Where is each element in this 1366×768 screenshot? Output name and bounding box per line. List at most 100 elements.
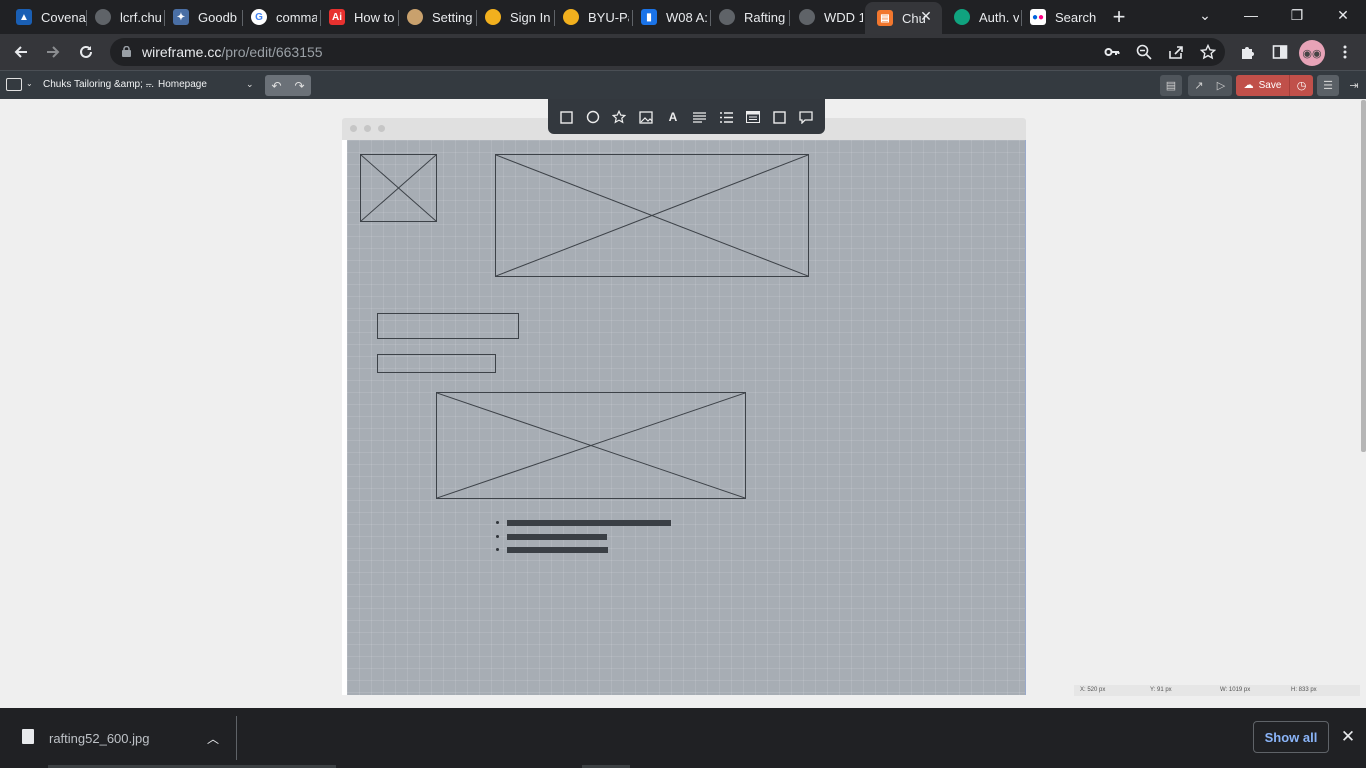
comments-button[interactable]: ▤ bbox=[1160, 75, 1182, 96]
tab-title: Search bbox=[1055, 9, 1096, 25]
extensions-button[interactable] bbox=[1236, 40, 1260, 64]
list-item-placeholder[interactable] bbox=[507, 547, 608, 553]
restore-button[interactable]: ❐ bbox=[1274, 0, 1320, 30]
image-tool[interactable] bbox=[637, 108, 655, 126]
browser-window-icon bbox=[746, 111, 760, 123]
circle-icon bbox=[586, 110, 600, 124]
tab[interactable]: ✦ Goodb bbox=[161, 4, 239, 30]
close-tab-icon[interactable]: ✕ bbox=[918, 8, 934, 24]
close-window-button[interactable]: ✕ bbox=[1320, 0, 1366, 30]
byu-pathway-icon bbox=[485, 9, 501, 25]
logo-image-placeholder[interactable] bbox=[360, 154, 437, 222]
download-file-name[interactable]: rafting52_600.jpg bbox=[49, 731, 149, 746]
tab[interactable]: ▮ W08 A: bbox=[629, 4, 707, 30]
byu-pathway-icon bbox=[563, 9, 579, 25]
undo-redo-group: ↶ ↷ bbox=[265, 75, 311, 96]
openai-icon bbox=[954, 9, 970, 25]
ellipse-tool[interactable] bbox=[584, 108, 602, 126]
shape-palette: A bbox=[548, 99, 825, 134]
page-frame-icon[interactable] bbox=[6, 78, 22, 91]
hero-image-placeholder[interactable] bbox=[495, 154, 809, 277]
reload-button[interactable] bbox=[74, 40, 98, 64]
settings-button[interactable]: ☰ bbox=[1317, 75, 1339, 96]
close-shelf-button[interactable]: ✕ bbox=[1338, 727, 1358, 747]
chrome-menu-button[interactable] bbox=[1333, 40, 1357, 64]
text-tool[interactable]: A bbox=[664, 108, 682, 126]
tab[interactable]: Setting bbox=[395, 4, 473, 30]
tab[interactable]: BYU-Pa bbox=[551, 4, 629, 30]
download-options-button[interactable]: ︿ bbox=[204, 729, 222, 747]
tab[interactable]: ▲ Covena bbox=[4, 4, 86, 30]
address-bar[interactable]: wireframe.cc/pro/edit/663155 bbox=[110, 38, 1225, 66]
tab[interactable]: Auth. v bbox=[942, 4, 1020, 30]
tab[interactable]: WDD 1 bbox=[787, 4, 863, 30]
frame-tool[interactable] bbox=[770, 108, 788, 126]
tab[interactable]: Ai How to bbox=[317, 4, 395, 30]
tab[interactable]: ● ● Search bbox=[1018, 4, 1096, 30]
text-box-placeholder[interactable] bbox=[377, 313, 519, 339]
save-button[interactable]: ☁ Save bbox=[1236, 75, 1289, 96]
back-arrow-icon bbox=[14, 46, 27, 58]
browser-tool[interactable] bbox=[744, 108, 762, 126]
blue-badge-icon: ▲ bbox=[16, 9, 32, 25]
list-item-placeholder[interactable] bbox=[507, 520, 671, 526]
sliders-icon: ☰ bbox=[1323, 80, 1333, 92]
bookmark-button[interactable] bbox=[1196, 40, 1220, 64]
square-icon bbox=[559, 110, 573, 124]
minimize-button[interactable]: — bbox=[1228, 0, 1274, 30]
back-button[interactable] bbox=[9, 40, 33, 64]
list-bullet bbox=[496, 535, 499, 538]
tab-title: Setting bbox=[432, 9, 473, 25]
page-dropdown-chevron-icon[interactable]: ⌄ bbox=[246, 79, 254, 90]
undo-button[interactable]: ↶ bbox=[265, 75, 288, 96]
side-panel-button[interactable] bbox=[1268, 40, 1292, 64]
comment-tool[interactable] bbox=[797, 108, 815, 126]
content-image-placeholder[interactable] bbox=[436, 392, 746, 499]
icon-tool[interactable] bbox=[610, 108, 628, 126]
paragraph-tool[interactable] bbox=[690, 108, 708, 126]
share-link-button[interactable]: ↗ bbox=[1188, 75, 1210, 96]
comment-icon: ▤ bbox=[1165, 80, 1177, 92]
tab-search-button[interactable]: ⌄ bbox=[1182, 0, 1228, 30]
reload-icon bbox=[80, 45, 92, 58]
download-shelf: rafting52_600.jpg ︿ Show all ✕ bbox=[0, 708, 1366, 768]
redo-button[interactable]: ↷ bbox=[288, 75, 311, 96]
tab-active[interactable]: ▤ Chu ✕ bbox=[865, 2, 942, 34]
show-all-downloads-button[interactable]: Show all bbox=[1253, 721, 1329, 753]
speech-bubble-icon bbox=[799, 110, 813, 124]
key-icon bbox=[1104, 48, 1120, 56]
page-scrollbar[interactable] bbox=[1361, 100, 1366, 452]
tab-title: Sign In bbox=[510, 9, 551, 25]
globe-icon bbox=[799, 9, 815, 25]
tab-title: lcrf.chu bbox=[120, 9, 161, 25]
more-vert-icon bbox=[1343, 45, 1347, 59]
project-title[interactable]: Chuks Tailoring &amp; ... bbox=[43, 79, 154, 90]
letter-a-icon: A bbox=[668, 110, 678, 124]
preview-button[interactable]: ▷ bbox=[1210, 75, 1232, 96]
history-button[interactable]: ◷ bbox=[1289, 75, 1313, 96]
list-item-placeholder[interactable] bbox=[507, 534, 607, 540]
zoom-button[interactable] bbox=[1132, 40, 1156, 64]
share-button[interactable] bbox=[1164, 40, 1188, 64]
exit-button[interactable]: ⇥ bbox=[1343, 75, 1365, 96]
tab[interactable]: Rafting bbox=[707, 4, 787, 30]
tab[interactable]: Sign In bbox=[473, 4, 551, 30]
rectangle-tool[interactable] bbox=[557, 108, 575, 126]
tab[interactable]: lcrf.chu bbox=[83, 4, 161, 30]
list-tool[interactable] bbox=[717, 108, 735, 126]
passwords-key-button[interactable] bbox=[1100, 40, 1124, 64]
close-icon: ✕ bbox=[1340, 727, 1356, 746]
image-icon bbox=[639, 110, 653, 124]
puzzle-icon bbox=[1242, 47, 1254, 59]
new-tab-button[interactable]: + bbox=[1107, 6, 1131, 30]
frame-dropdown-chevron-icon[interactable]: ⌄ bbox=[26, 79, 33, 88]
text-box-placeholder[interactable] bbox=[377, 354, 496, 373]
tab-strip: ▲ Covena lcrf.chu ✦ Goodb G comma Ai How… bbox=[0, 0, 1366, 34]
profile-avatar[interactable]: ◉◉ bbox=[1299, 40, 1325, 66]
frame-dot bbox=[378, 125, 385, 132]
tab[interactable]: G comma bbox=[239, 4, 317, 30]
page-name[interactable]: Homepage bbox=[158, 79, 207, 90]
flickr-icon: ● ● bbox=[1030, 9, 1046, 25]
forward-button[interactable] bbox=[41, 40, 65, 64]
list-icon bbox=[719, 111, 733, 123]
